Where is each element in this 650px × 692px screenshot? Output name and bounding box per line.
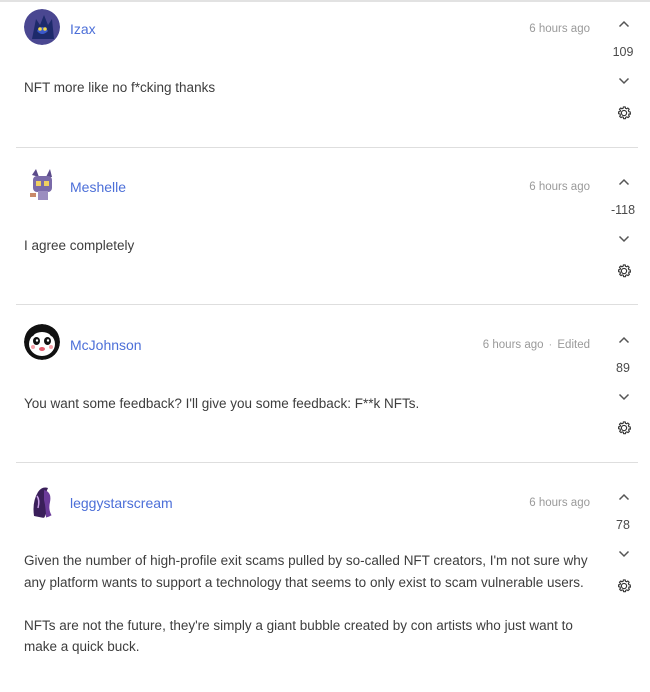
comment-body: NFT more like no f*cking thanks	[24, 77, 589, 99]
vote-score: 78	[616, 518, 630, 532]
chevron-up-icon	[618, 493, 630, 501]
comment-divider	[16, 304, 638, 305]
comment-body: Given the number of high-profile exit sc…	[24, 550, 589, 658]
timestamp: 6 hours ago	[529, 181, 590, 193]
chevron-down-icon	[618, 393, 630, 401]
time-text: 6 hours ago	[482, 339, 544, 351]
downvote-button[interactable]	[614, 74, 634, 88]
timestamp: 6 hours ago	[529, 497, 590, 509]
purple-figure-avatar-icon	[24, 482, 60, 518]
time-text: 6 hours ago	[529, 181, 590, 193]
comment-body: You want some feedback? I'll give you so…	[24, 393, 589, 415]
chevron-down-icon	[618, 77, 630, 85]
comment-paragraph: NFTs are not the future, they're simply …	[24, 617, 573, 655]
upvote-button[interactable]	[614, 490, 634, 504]
panda-face-avatar-icon	[24, 324, 60, 360]
chevron-down-icon	[618, 550, 630, 558]
comment-divider	[16, 147, 638, 148]
downvote-button[interactable]	[614, 232, 634, 246]
chevron-up-icon	[618, 20, 630, 28]
comment-paragraph: You want some feedback? I'll give you so…	[24, 396, 420, 411]
time-text: 6 hours ago	[529, 23, 590, 35]
vote-score: -118	[610, 203, 636, 217]
comment-divider	[16, 462, 638, 463]
comment-paragraph: Given the number of high-profile exit sc…	[24, 553, 588, 590]
time-text: 6 hours ago	[529, 497, 590, 509]
comment-body: I agree completely	[24, 235, 589, 257]
settings-button[interactable]	[615, 104, 633, 122]
upvote-button[interactable]	[614, 17, 634, 31]
vote-score: 109	[612, 45, 634, 59]
vote-score: 89	[616, 361, 630, 375]
gear-icon	[618, 421, 632, 435]
username[interactable]: leggystarscream	[70, 495, 173, 511]
upvote-button[interactable]	[614, 333, 634, 347]
settings-button[interactable]	[615, 577, 633, 595]
gear-icon	[618, 106, 632, 120]
downvote-button[interactable]	[614, 390, 634, 404]
top-divider	[0, 0, 650, 2]
chevron-up-icon	[618, 178, 630, 186]
settings-button[interactable]	[615, 262, 633, 280]
gear-icon	[618, 579, 632, 593]
comment-paragraph: I agree completely	[24, 238, 135, 253]
chevron-down-icon	[618, 235, 630, 243]
blue-creature-avatar-icon	[24, 9, 60, 45]
purple-cat-avatar-icon	[24, 167, 60, 203]
separator-dot: ·	[548, 339, 553, 351]
edited-label: Edited	[557, 339, 590, 351]
downvote-button[interactable]	[614, 547, 634, 561]
username[interactable]: McJohnson	[70, 337, 142, 353]
upvote-button[interactable]	[614, 175, 634, 189]
username[interactable]: Meshelle	[70, 179, 126, 195]
gear-icon	[618, 264, 632, 278]
avatar[interactable]	[24, 9, 60, 45]
timestamp: 6 hours ago · Edited	[483, 339, 590, 351]
username[interactable]: Izax	[70, 21, 96, 37]
timestamp: 6 hours ago	[529, 23, 590, 35]
chevron-up-icon	[618, 336, 630, 344]
avatar[interactable]	[24, 167, 60, 203]
comment-paragraph: NFT more like no f*cking thanks	[24, 80, 216, 95]
avatar[interactable]	[24, 482, 60, 518]
settings-button[interactable]	[615, 419, 633, 437]
avatar[interactable]	[24, 324, 60, 360]
